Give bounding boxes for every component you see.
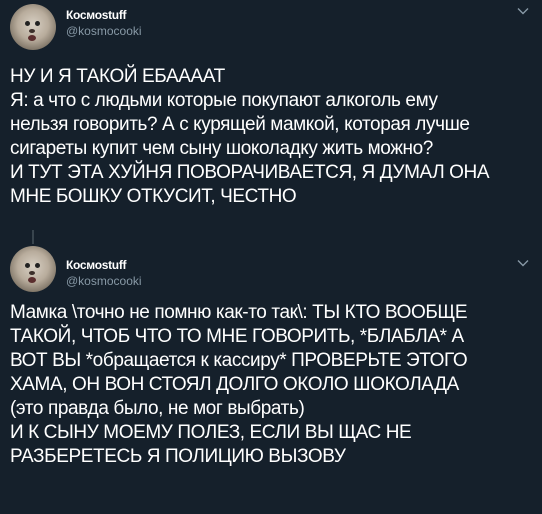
avatar[interactable] <box>10 4 56 50</box>
avatar[interactable] <box>10 246 56 292</box>
avatar-eye <box>25 263 30 268</box>
avatar-nose <box>29 271 35 275</box>
tweet-text-line: РАЗБЕРЕТЕСЬ Я ПОЛИЦИЮ ВЫЗОВУ <box>10 446 346 467</box>
avatar-eye <box>35 263 40 268</box>
avatar-mouth <box>28 277 36 283</box>
tweet-text-line: Я: а что с людьми которые покупают алког… <box>10 90 438 111</box>
tweet-text-line: НУ И Я ТАКОЙ ЕБАААAT <box>10 66 225 87</box>
tweet[interactable]: Космоstuff @kosmocooki Мамка \точно не п… <box>0 240 542 514</box>
tweet-thread: Космоstuff @kosmocooki НУ И Я ТАКОЙ ЕБАА… <box>0 0 542 514</box>
author-name[interactable]: Космоstuff <box>66 8 127 22</box>
avatar-eye <box>35 21 40 26</box>
author-handle[interactable]: @kosmocooki <box>66 274 142 288</box>
avatar-nose <box>29 29 35 33</box>
tweet-text-line: МНЕ БОШКУ ОТКУСИТ, ЧЕСТНО <box>10 186 297 207</box>
tweet-text-line: Мамка \точно не помню как-то так\: ТЫ КТ… <box>10 302 468 323</box>
tweet-text: Мамка \точно не помню как-то так\: ТЫ КТ… <box>10 301 535 469</box>
avatar-mouth <box>28 35 36 41</box>
author-name[interactable]: Космоstuff <box>66 258 127 272</box>
tweet-text: НУ И Я ТАКОЙ ЕБАААAT Я: а что с людьми к… <box>10 65 535 209</box>
chevron-down-icon[interactable] <box>516 4 530 18</box>
tweet-text-line: ХАМА, ОН ВОН СТОЯЛ ДОЛГО ОКОЛО ШОКОЛАДА <box>10 374 459 395</box>
chevron-down-icon[interactable] <box>516 256 530 270</box>
tweet-text-line: ТАКОЙ, ЧТОБ ЧТО ТО МНЕ ГОВОРИТЬ, *БЛАБЛА… <box>10 326 464 347</box>
tweet[interactable]: Космоstuff @kosmocooki НУ И Я ТАКОЙ ЕБАА… <box>0 0 542 228</box>
author-handle[interactable]: @kosmocooki <box>66 24 142 38</box>
tweet-text-line: сигареты купит чем сыну шоколадку жить м… <box>10 138 433 159</box>
avatar-eye <box>25 21 30 26</box>
tweet-text-line: (это правда было, не мог выбрать) <box>10 398 305 419</box>
tweet-text-line: нельзя говорить? А с курящей мамкой, кот… <box>10 114 470 135</box>
tweet-text-line: И К СЫНУ МОЕМУ ПОЛЕЗ, ЕСЛИ ВЫ ЩАС НЕ <box>10 422 412 443</box>
tweet-text-line: ВОТ ВЫ *обращается к кассиру* ПРОВЕРЬТЕ … <box>10 350 468 371</box>
tweet-text-line: И ТУТ ЭТА ХУЙНЯ ПОВОРАЧИВАЕТСЯ, Я ДУМАЛ … <box>10 162 490 183</box>
